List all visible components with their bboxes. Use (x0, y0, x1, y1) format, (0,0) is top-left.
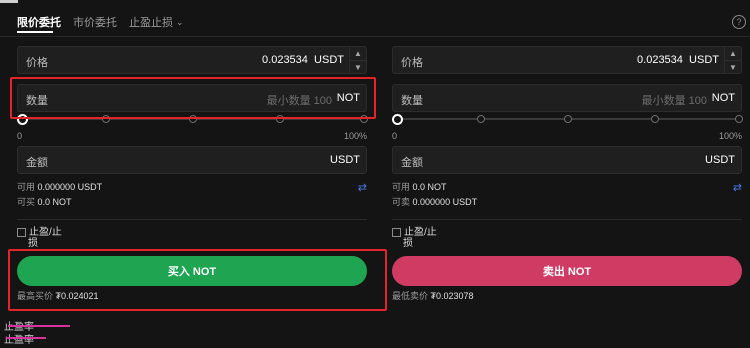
sell-max-label: 可卖 (392, 197, 411, 207)
sell-quantity-label: 数量 (401, 95, 423, 107)
sell-amount-field[interactable]: 金额 USDT (392, 146, 742, 174)
swap-icon[interactable]: ⇄ (358, 181, 367, 194)
sell-button[interactable]: 卖出 NOT (392, 256, 742, 286)
buy-tp-sl-label: 止盈/止 (29, 227, 62, 238)
checkbox-icon[interactable] (392, 227, 401, 237)
buy-tp-sl-label-cont: 损 (28, 238, 38, 249)
buy-slider-labels: 0 100% (17, 131, 367, 141)
buy-price-unit: USDT (314, 54, 344, 66)
buy-available-value: 0.000000 USDT (37, 182, 103, 192)
buy-price-number: 0.023534 (262, 54, 308, 66)
buy-price-field[interactable]: 价格 0.023534 USDT ▲ ▼ (17, 46, 367, 74)
slider-mark-50[interactable] (564, 115, 572, 123)
top-edge-marker (0, 0, 18, 3)
checkbox-icon[interactable] (17, 227, 26, 237)
sell-best-value: ₮0.023078 (430, 291, 474, 301)
buy-max: 可买 0.0 NOT (17, 195, 72, 208)
sell-percent-slider[interactable] (392, 113, 743, 125)
increment-icon[interactable]: ▲ (725, 47, 741, 60)
slider-mark-75[interactable] (651, 115, 659, 123)
buy-amount-field[interactable]: 金额 USDT (17, 146, 367, 174)
sell-price-stepper[interactable]: ▲ ▼ (724, 47, 741, 73)
sell-best-label: 最低卖价 (392, 291, 429, 301)
sell-amount-unit: USDT (705, 154, 735, 166)
buy-price-stepper[interactable]: ▲ ▼ (349, 47, 366, 73)
sell-available-value: 0.0 NOT (412, 182, 447, 192)
buy-price-label: 价格 (26, 57, 48, 69)
buy-available-label: 可用 (17, 182, 36, 192)
sell-max: 可卖 0.000000 USDT (392, 195, 477, 208)
footer-scribble-2 (6, 337, 46, 339)
buy-amount-unit: USDT (330, 154, 360, 166)
swap-icon[interactable]: ⇄ (733, 181, 742, 194)
buy-tp-sl-checkbox[interactable]: 止盈/止 损 (17, 227, 62, 249)
sell-slider-labels: 0 100% (392, 131, 742, 141)
sell-best-price: 最低卖价 ₮0.023078 (392, 289, 474, 302)
sell-tp-sl-checkbox[interactable]: 止盈/止 损 (392, 227, 437, 249)
sell-available: 可用 0.0 NOT (392, 180, 447, 193)
decrement-icon[interactable]: ▼ (350, 60, 366, 74)
sell-tp-sl-label-cont: 损 (403, 238, 413, 249)
buy-button-highlight-box (8, 249, 387, 311)
sell-price-unit: USDT (689, 54, 719, 66)
buy-price-value: 0.023534 USDT (262, 54, 344, 66)
sell-quantity-unit: NOT (711, 92, 735, 104)
sell-divider (392, 219, 742, 220)
slider-max-label: 100% (343, 131, 367, 141)
buy-max-label: 可买 (17, 197, 36, 207)
sell-price-field[interactable]: 价格 0.023534 USDT ▲ ▼ (392, 46, 742, 74)
sell-price-number: 0.023534 (637, 54, 683, 66)
buy-divider (17, 219, 367, 220)
increment-icon[interactable]: ▲ (350, 47, 366, 60)
buy-available: 可用 0.000000 USDT (17, 180, 102, 193)
footer-scribble-1 (8, 325, 70, 327)
sell-price-value: 0.023534 USDT (637, 54, 719, 66)
slider-handle[interactable] (392, 114, 403, 125)
quantity-highlight-box (10, 77, 376, 119)
sell-available-label: 可用 (392, 182, 411, 192)
sell-quantity-field[interactable]: 数量 最小数量 100 NOT (392, 84, 742, 112)
sell-price-label: 价格 (401, 57, 423, 69)
sell-quantity-placeholder: 最小数量 100 (641, 95, 707, 107)
sell-tp-sl-label: 止盈/止 (404, 227, 437, 238)
decrement-icon[interactable]: ▼ (725, 60, 741, 74)
buy-max-value: 0.0 NOT (37, 197, 72, 207)
slider-mark-25[interactable] (477, 115, 485, 123)
buy-amount-label: 金额 (26, 157, 48, 169)
slider-min-label: 0 (392, 131, 398, 141)
slider-max-label: 100% (718, 131, 742, 141)
sell-amount-label: 金额 (401, 157, 423, 169)
sell-panel: 价格 0.023534 USDT ▲ ▼ 数量 最小数量 100 NOT 0 1… (392, 0, 744, 348)
sell-max-value: 0.000000 USDT (412, 197, 478, 207)
slider-mark-100[interactable] (735, 115, 743, 123)
slider-min-label: 0 (17, 131, 23, 141)
